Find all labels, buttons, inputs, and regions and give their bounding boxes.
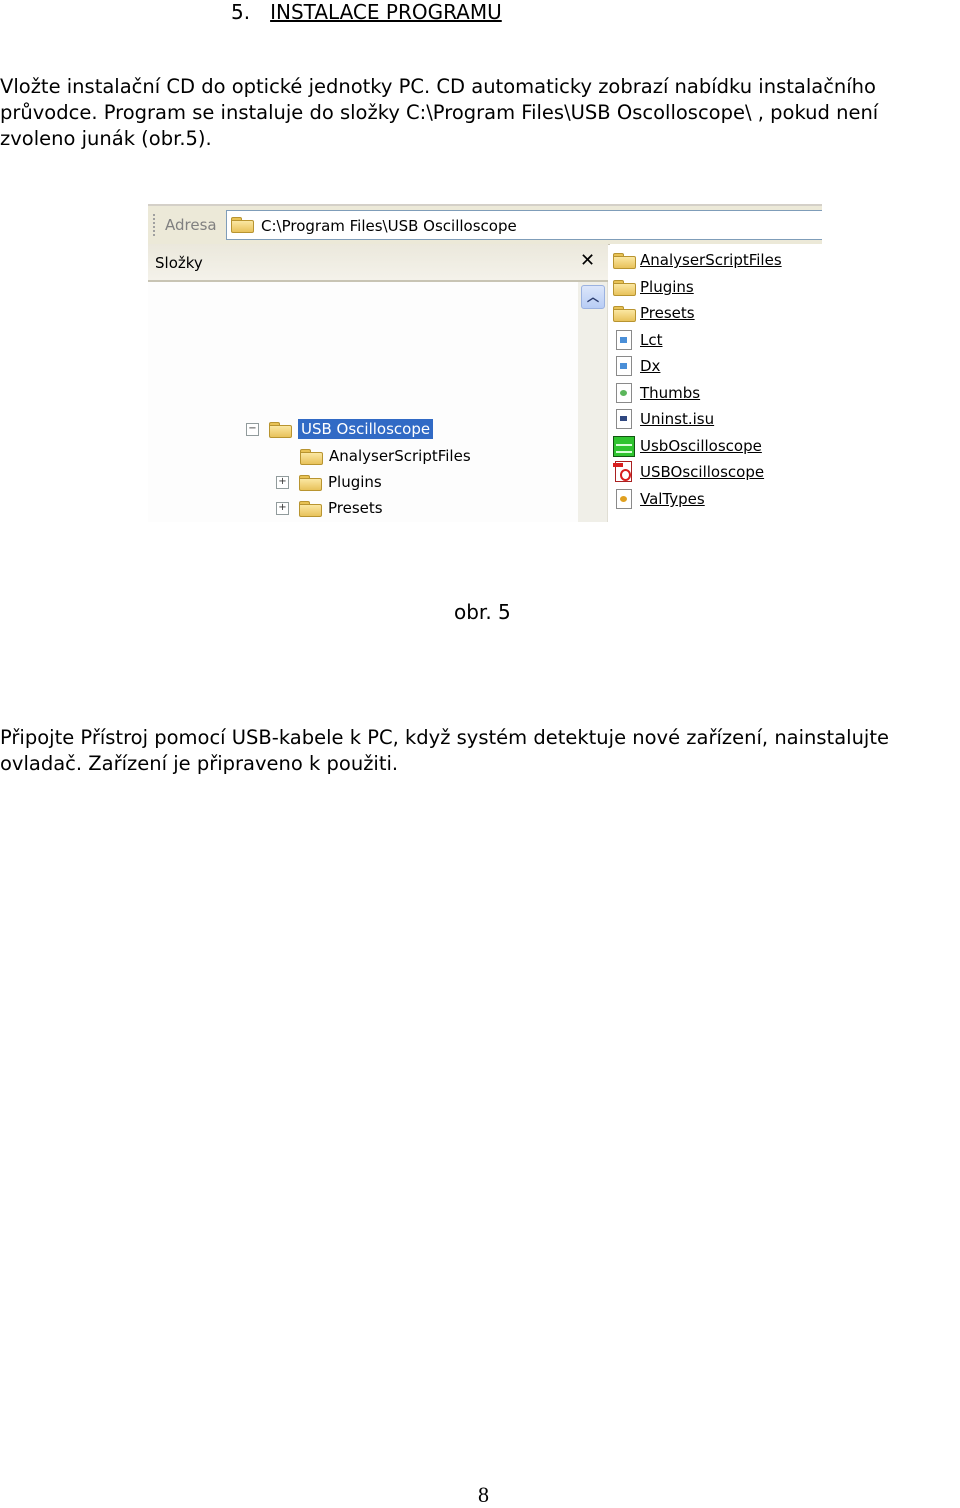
folder-tree: − USB Oscilloscope AnalyserScriptFiles +… [148,282,578,522]
file-item[interactable]: AnalyserScriptFiles [612,247,782,273]
file-icon [612,355,636,377]
paragraph-line: Vložte instalační CD do optické jednotky… [0,75,876,98]
folder-icon [231,217,254,233]
file-item[interactable]: Lct [612,327,663,353]
install-instructions-paragraph: Vložte instalační CD do optické jednotky… [0,74,960,152]
folder-open-icon [268,418,294,440]
tree-node-usb-oscilloscope[interactable]: − USB Oscilloscope [246,416,434,442]
folder-icon [299,445,325,467]
thumbs-db-icon [612,382,636,404]
page-number: 8 [478,1482,489,1507]
oscilloscope-app-icon [612,435,636,457]
folder-icon [298,497,324,519]
file-name: UsbOscilloscope [640,437,762,455]
file-item[interactable]: ValTypes [612,486,705,512]
tree-node-label: AnalyserScriptFiles [329,447,471,465]
file-name: Dx [640,357,661,375]
folders-pane-header: Složky ✕ [148,244,608,282]
toolbar-grip-icon [153,214,155,236]
paragraph-line: zvoleno junák (obr.5). [0,127,212,150]
file-item[interactable]: Dx [612,353,660,379]
tree-node-label: Plugins [328,473,382,491]
file-item[interactable]: UsbOscilloscope [612,433,762,459]
paragraph-line: Připojte Přístroj pomocí USB-kabele k PC… [0,726,889,749]
expand-icon[interactable]: + [276,501,289,515]
folder-icon [612,249,636,271]
tree-scrollbar[interactable]: ︿ [578,282,608,522]
connect-device-paragraph: Připojte Přístroj pomocí USB-kabele k PC… [0,725,960,777]
file-item[interactable]: Thumbs [612,380,700,406]
folders-pane-title: Složky [155,254,203,272]
address-label: Adresa [165,216,217,234]
file-icon [612,329,636,351]
tree-node-label: Presets [328,499,383,517]
collapse-icon[interactable]: − [246,422,259,436]
figure-caption: obr. 5 [454,600,511,624]
installer-file-icon [612,408,636,430]
file-list: AnalyserScriptFiles Plugins Presets Lct … [610,244,822,522]
file-item[interactable]: USBOscilloscope [612,459,764,485]
file-name: Uninst.isu [640,410,715,428]
file-item[interactable]: Plugins [612,274,694,300]
file-name: Presets [640,304,695,322]
tree-node-analyserscriptfiles[interactable]: AnalyserScriptFiles [299,443,471,469]
tree-node-plugins[interactable]: + Plugins [276,469,382,495]
tree-node-label: USB Oscilloscope [298,419,434,439]
file-item[interactable]: Uninst.isu [612,406,714,432]
paragraph-line: průvodce. Program se instaluje do složky… [0,101,879,124]
folder-icon [612,302,636,324]
address-bar: Adresa C:\Program Files\USB Oscilloscope [148,204,822,245]
tree-node-presets[interactable]: + Presets [276,495,383,521]
file-name: Lct [640,331,663,349]
folder-icon [612,276,636,298]
expand-icon[interactable]: + [276,475,289,489]
file-name: USBOscilloscope [640,463,765,481]
close-icon[interactable]: ✕ [580,250,595,271]
section-title: INSTALACE PROGRAMU [270,0,502,24]
address-value: C:\Program Files\USB Oscilloscope [261,217,517,235]
section-number: 5. [231,0,251,24]
paragraph-line: ovladač. Zařízení je připraveno k použit… [0,752,399,775]
file-name: AnalyserScriptFiles [640,251,782,269]
config-file-icon [612,488,636,510]
chevron-up-icon[interactable]: ︿ [581,285,605,309]
pdf-icon [612,461,636,483]
section-heading: 5. INSTALACE PROGRAMU [231,0,502,24]
file-name: Plugins [640,278,694,296]
folder-icon [298,471,324,493]
file-name: ValTypes [640,490,705,508]
file-name: Thumbs [640,384,701,402]
file-item[interactable]: Presets [612,300,695,326]
explorer-screenshot: Adresa C:\Program Files\USB Oscilloscope… [148,204,822,522]
address-field[interactable]: C:\Program Files\USB Oscilloscope [226,210,822,240]
